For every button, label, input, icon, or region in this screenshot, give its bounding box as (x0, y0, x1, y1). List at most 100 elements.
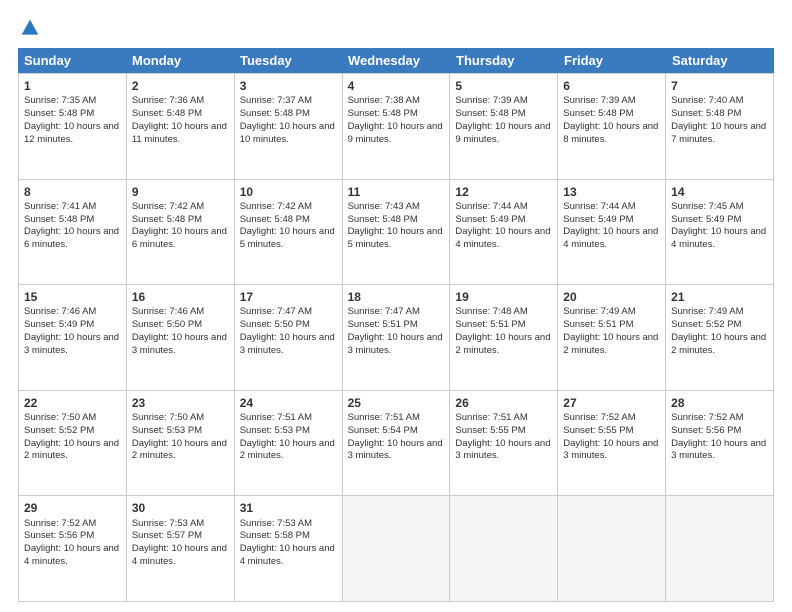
sunrise-info: Sunrise: 7:48 AM (455, 306, 527, 317)
calendar-cell-2: 2Sunrise: 7:36 AM Sunset: 5:48 PM Daylight… (127, 74, 235, 179)
sunrise-info: Sunrise: 7:44 AM (455, 201, 527, 212)
sunrise-info: Sunrise: 7:53 AM (240, 518, 312, 529)
calendar-cell-8: 8Sunrise: 7:41 AMSunset: 5:48 PMDaylight… (19, 180, 127, 285)
daylight-info: Daylight: 10 hours and 3 minutes. (455, 438, 550, 462)
sunrise-info: Sunrise: 7:40 AM (671, 95, 743, 106)
day-number: 14 (671, 184, 768, 200)
day-number: 20 (563, 289, 660, 305)
sunset-info: Sunset: 5:52 PM (24, 425, 94, 436)
daylight-info: Daylight: 10 hours and 3 minutes. (348, 438, 443, 462)
calendar-cell-1: 1Sunrise: 7:35 AMSunset: 5:48 PMDaylight… (19, 74, 127, 179)
sunset-info: Sunset: 5:49 PM (455, 214, 525, 225)
daylight-info: Daylight: 10 hours and 2 minutes. (455, 332, 550, 356)
calendar-cell-16: 16Sunrise: 7:46 AMSunset: 5:50 PMDayligh… (127, 285, 235, 390)
sunset-info: Sunset: 5:54 PM (348, 425, 418, 436)
day-number: 9 (132, 184, 229, 200)
sunrise-info: Sunrise: 7:52 AM (671, 412, 743, 423)
daylight-info: Daylight: 10 hours and 4 minutes. (563, 226, 658, 250)
sunset-info: Sunset: 5:49 PM (24, 319, 94, 330)
sunset-info: Sunset: 5:56 PM (24, 530, 94, 541)
header-cell-monday: Monday (126, 48, 234, 73)
day-number: 10 (240, 184, 337, 200)
calendar-row-5: 29 Sunrise: 7:52 AMSunset: 5:56 PM Dayligh… (18, 495, 774, 602)
sunset-info: Sunset: 5:48 PM (348, 108, 418, 119)
sunrise-info: Sunrise: 7:51 AM (240, 412, 312, 423)
day-number: 8 (24, 184, 121, 200)
day-number: 21 (671, 289, 768, 305)
calendar-cell-empty (450, 496, 558, 601)
sunrise-info: Sunrise: 7:45 AM (671, 201, 743, 212)
calendar-cell-7: 7Sunrise: 7:40 AMSunset: 5:48 PMDaylight… (666, 74, 774, 179)
day-number: 22 (24, 395, 121, 411)
daylight-info: Daylight: 10 hours and 2 minutes. (563, 332, 658, 356)
daylight-info: Daylight: 10 hours and 11 minutes. (132, 121, 227, 145)
calendar-cell-20: 20Sunrise: 7:49 AMSunset: 5:51 PMDayligh… (558, 285, 666, 390)
calendar-cell-31: 31Sunrise: 7:53 AMSunset: 5:58 PMDayligh… (235, 496, 343, 601)
daylight-info: Daylight: 10 hours and 6 minutes. (132, 226, 227, 250)
calendar-body: 1Sunrise: 7:35 AMSunset: 5:48 PMDaylight… (18, 73, 774, 602)
sunrise-info: Sunrise: 7:42 AM (240, 201, 312, 212)
header-cell-friday: Friday (558, 48, 666, 73)
calendar-cell-14: 14Sunrise: 7:45 AM Sunset: 5:49 PMDayligh… (666, 180, 774, 285)
page: SundayMondayTuesdayWednesdayThursdayFrid… (0, 0, 792, 612)
daylight-info: Daylight: 10 hours and 5 minutes. (240, 226, 335, 250)
logo (18, 18, 40, 38)
calendar-cell-22: 22Sunrise: 7:50 AMSunset: 5:52 PMDayligh… (19, 391, 127, 496)
sunset-info: Sunset: 5:48 PM (240, 214, 310, 225)
day-number: 16 (132, 289, 229, 305)
sunset-info: Sunset: 5:51 PM (348, 319, 418, 330)
sunset-info: Sunset: 5:49 PM (563, 214, 633, 225)
calendar-cell-9: 9Sunrise: 7:42 AMSunset: 5:48 PMDaylight… (127, 180, 235, 285)
sunrise-info: Sunrise: 7:42 AM (132, 201, 204, 212)
calendar-row-1: 1Sunrise: 7:35 AMSunset: 5:48 PMDaylight… (18, 73, 774, 179)
daylight-info: Daylight: 10 hours and 5 minutes. (348, 226, 443, 250)
daylight-info: Daylight: 10 hours and 4 minutes. (671, 226, 766, 250)
sunrise-info: Sunrise: 7:46 AM (24, 306, 96, 317)
day-number: 15 (24, 289, 121, 305)
calendar-cell-17: 17Sunrise: 7:47 AMSunset: 5:50 PMDayligh… (235, 285, 343, 390)
sunset-info: Sunset: 5:53 PM (132, 425, 202, 436)
sunset-info: Sunset: 5:58 PM (240, 530, 310, 541)
sunset-info: Sunset: 5:49 PM (671, 214, 741, 225)
calendar-cell-26: 26Sunrise: 7:51 AMSunset: 5:55 PMDayligh… (450, 391, 558, 496)
day-number: 23 (132, 395, 229, 411)
sunrise-info: Sunrise: 7:44 AM (563, 201, 635, 212)
sunrise-info: Sunrise: 7:43 AM (348, 201, 420, 212)
sunrise-info: Sunrise: 7:52 AM (24, 518, 96, 529)
sunrise-info: Sunrise: 7:52 AM (563, 412, 635, 423)
daylight-info: Daylight: 10 hours and 2 minutes. (671, 332, 766, 356)
daylight-info: Daylight: 10 hours and 4 minutes. (240, 543, 335, 567)
daylight-info: Daylight: 10 hours and 3 minutes. (24, 332, 119, 356)
daylight-info: Daylight: 10 hours and 8 minutes. (563, 121, 658, 145)
sunrise-info: Sunrise: 7:36 AM (132, 95, 204, 106)
day-number: 3 (240, 78, 337, 94)
calendar-cell-30: 30Sunrise: 7:53 AMSunset: 5:57 PMDayligh… (127, 496, 235, 601)
logo-icon (20, 18, 40, 38)
sunset-info: Sunset: 5:48 PM (455, 108, 525, 119)
daylight-info: Daylight: 10 hours and 9 minutes. (455, 121, 550, 145)
day-number: 26 (455, 395, 552, 411)
calendar-row-3: 15Sunrise: 7:46 AMSunset: 5:49 PMDayligh… (18, 284, 774, 390)
day-number: 2 (132, 78, 229, 94)
sunset-info: Sunset: 5:50 PM (132, 319, 202, 330)
day-number: 11 (348, 184, 445, 200)
sunrise-info: Sunrise: 7:47 AM (348, 306, 420, 317)
sunrise-info: Sunrise: 7:51 AM (455, 412, 527, 423)
sunrise-info: Sunrise: 7:39 AM (455, 95, 527, 106)
daylight-info: Daylight: 10 hours and 10 minutes. (240, 121, 335, 145)
sunrise-info: Sunrise: 7:53 AM (132, 518, 204, 529)
calendar-header: SundayMondayTuesdayWednesdayThursdayFrid… (18, 48, 774, 73)
calendar-cell-10: 10Sunrise: 7:42 AM Sunset: 5:48 PMDayligh… (235, 180, 343, 285)
day-number: 25 (348, 395, 445, 411)
sunset-info: Sunset: 5:51 PM (563, 319, 633, 330)
calendar-row-2: 8Sunrise: 7:41 AMSunset: 5:48 PMDaylight… (18, 179, 774, 285)
sunrise-info: Sunrise: 7:46 AM (132, 306, 204, 317)
sunset-info: Sunset: 5:48 PM (24, 214, 94, 225)
day-number: 18 (348, 289, 445, 305)
day-number: 29 (24, 500, 121, 516)
day-number: 5 (455, 78, 552, 94)
sunset-info: Sunset: 5:48 PM (132, 108, 202, 119)
calendar-row-4: 22Sunrise: 7:50 AMSunset: 5:52 PMDayligh… (18, 390, 774, 496)
daylight-info: Daylight: 10 hours and 2 minutes. (132, 438, 227, 462)
calendar-cell-empty (558, 496, 666, 601)
